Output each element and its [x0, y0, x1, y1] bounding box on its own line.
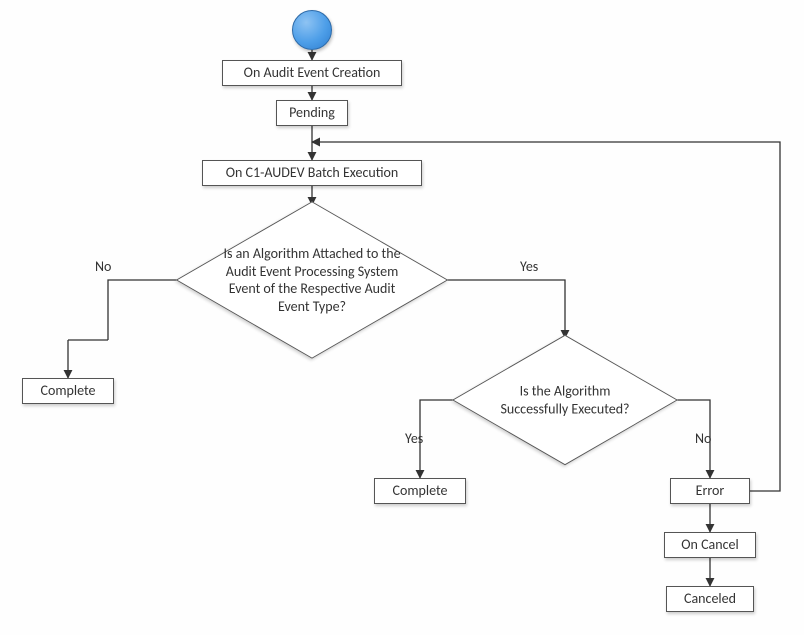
state-complete-center-label: Complete — [393, 482, 448, 500]
state-complete-left: Complete — [22, 378, 114, 404]
event-on-batch-label: On C1-AUDEV Batch Execution — [226, 164, 399, 182]
state-canceled: Canceled — [666, 586, 754, 612]
event-on-batch: On C1-AUDEV Batch Execution — [202, 160, 422, 186]
decision-algo-attached: Is an Algorithm Attached to the Audit Ev… — [187, 205, 437, 355]
state-pending-label: Pending — [289, 104, 335, 122]
decision-algo-success: Is the Algorithm Successfully Executed? — [460, 338, 670, 462]
decision-algo-attached-label: Is an Algorithm Attached to the Audit Ev… — [212, 245, 412, 315]
start-node — [292, 10, 332, 50]
state-error-label: Error — [696, 482, 725, 500]
edge-label-yes-2: Yes — [405, 430, 423, 447]
event-on-cancel-label: On Cancel — [681, 536, 738, 554]
state-canceled-label: Canceled — [684, 590, 736, 608]
event-on-creation-label: On Audit Event Creation — [244, 64, 381, 82]
state-complete-left-label: Complete — [41, 382, 96, 400]
event-on-creation: On Audit Event Creation — [222, 60, 402, 86]
edge-label-no-1: No — [95, 258, 111, 275]
edge-label-yes-1: Yes — [520, 258, 538, 275]
event-on-cancel: On Cancel — [664, 532, 756, 558]
state-error: Error — [670, 478, 750, 504]
state-pending: Pending — [276, 100, 348, 126]
flowchart-canvas: On Audit Event Creation Pending On C1-AU… — [0, 0, 804, 635]
edge-label-no-2: No — [695, 430, 711, 447]
state-complete-center: Complete — [374, 478, 466, 504]
decision-algo-success-label: Is the Algorithm Successfully Executed? — [490, 383, 640, 418]
